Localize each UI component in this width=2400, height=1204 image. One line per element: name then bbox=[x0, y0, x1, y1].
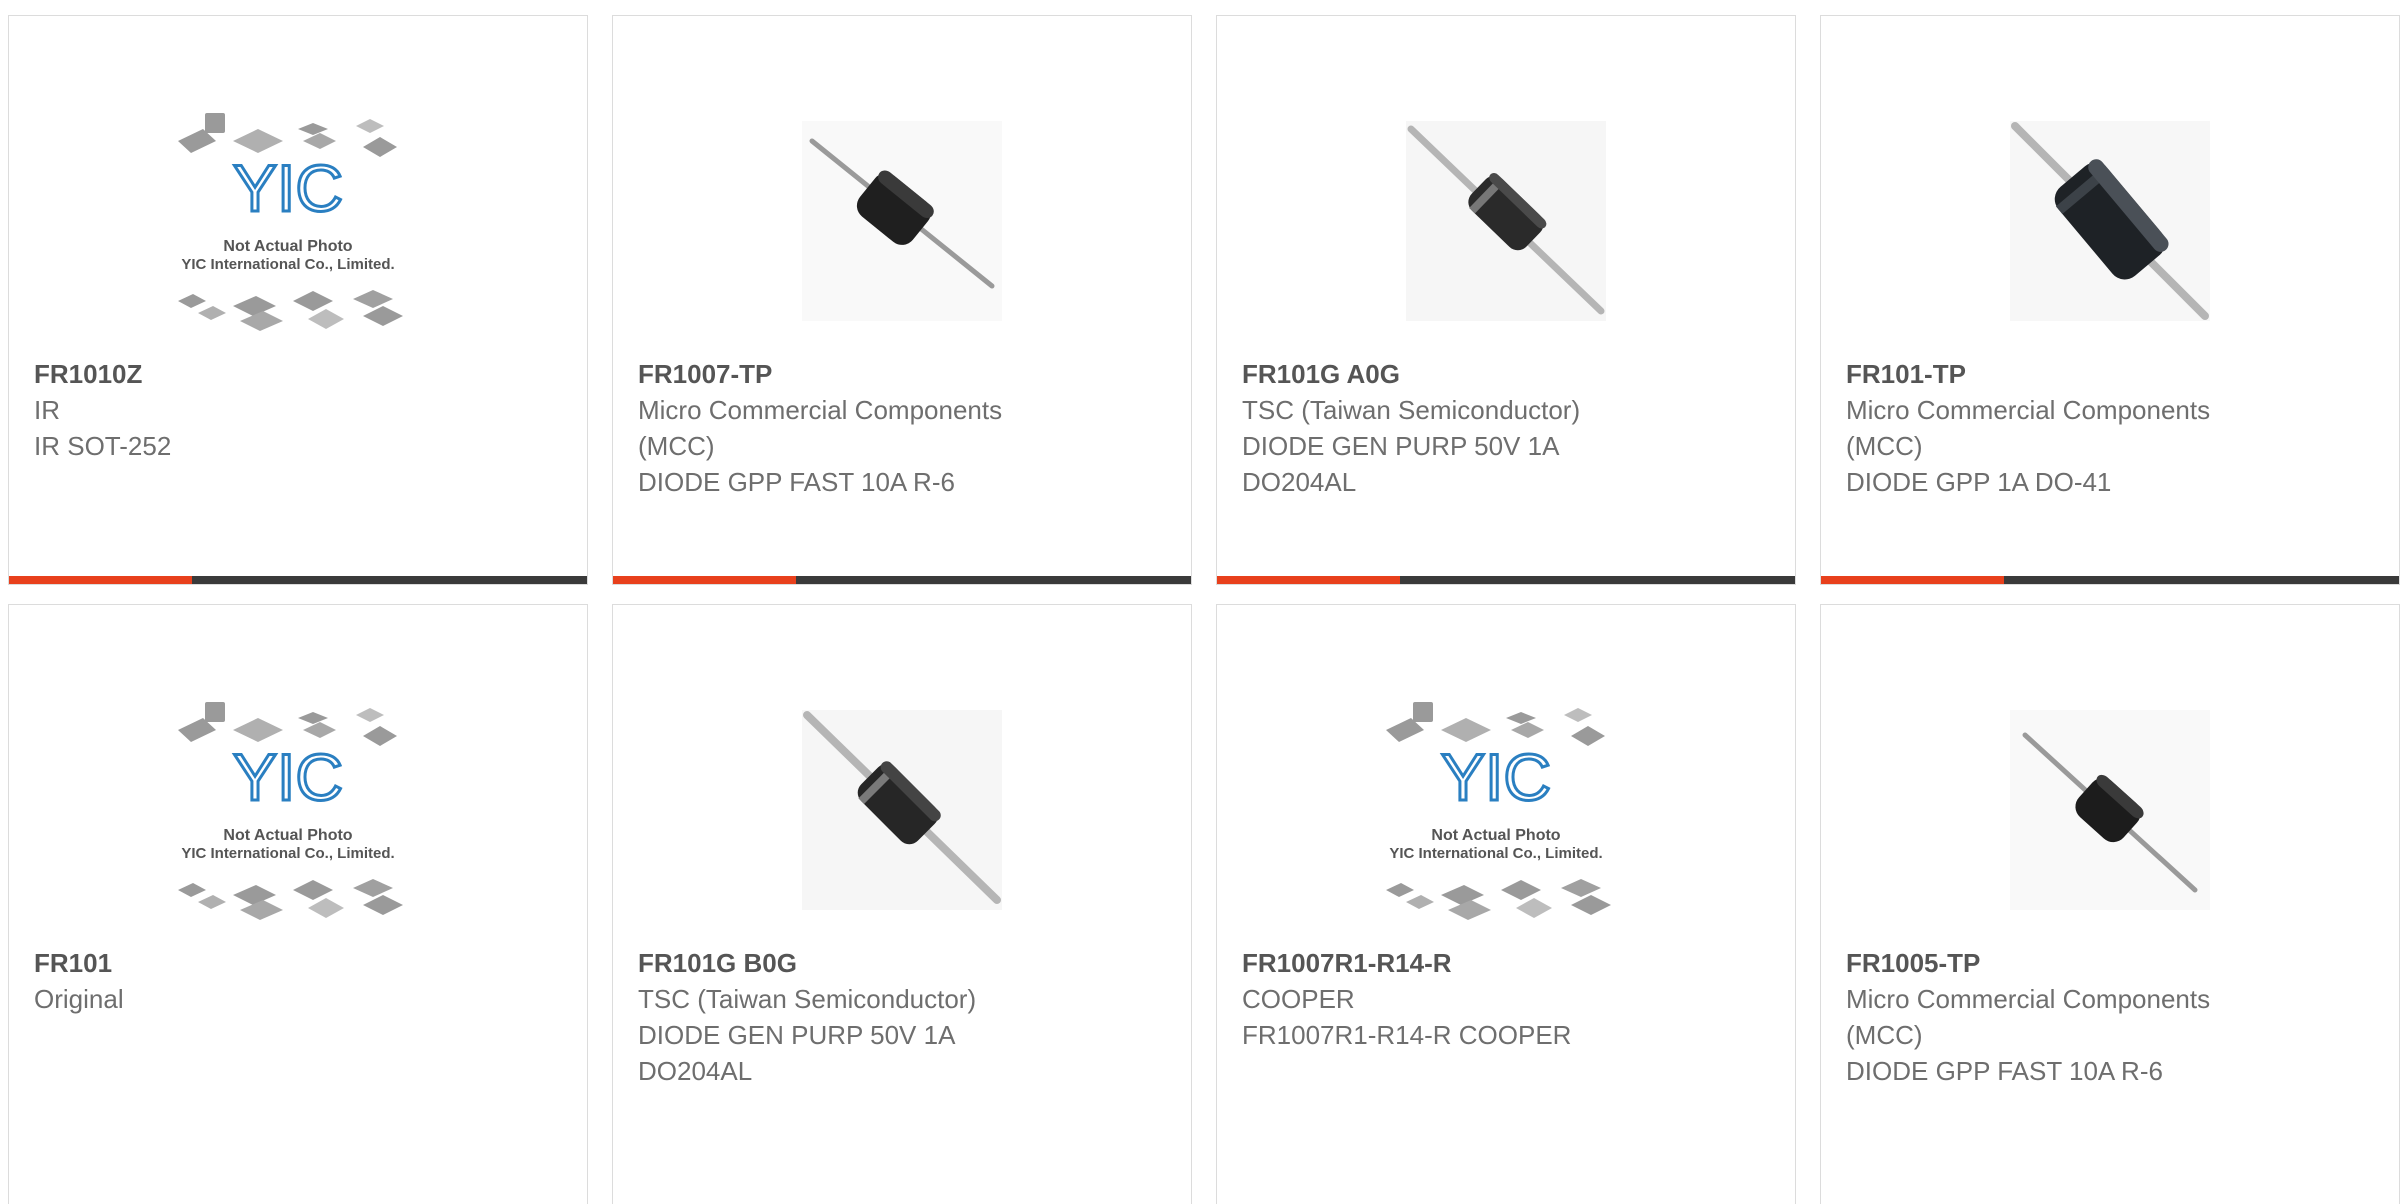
manufacturer: TSC (Taiwan Semiconductor) bbox=[638, 984, 977, 1014]
manufacturer: IR bbox=[34, 395, 60, 425]
product-image[interactable] bbox=[1821, 665, 2399, 955]
product-image[interactable] bbox=[1217, 76, 1795, 366]
product-card[interactable]: FR101-TP Micro Commercial Components (MC… bbox=[1820, 15, 2400, 585]
placeholder-caption: Not Actual Photo bbox=[223, 238, 352, 255]
product-card[interactable]: FR1007-TP Micro Commercial Components (M… bbox=[612, 15, 1192, 585]
product-grid: YIC Not Actual Photo YIC International C… bbox=[0, 0, 2400, 1204]
placeholder-image-icon: YIC Not Actual Photo YIC International C… bbox=[178, 113, 403, 331]
manufacturer: COOPER bbox=[1242, 984, 1355, 1014]
product-info: FR1007R1-R14-R COOPER FR1007R1-R14-R COO… bbox=[1242, 945, 1770, 1053]
product-image[interactable] bbox=[613, 665, 1191, 955]
card-bar-accent bbox=[9, 576, 192, 584]
product-card[interactable]: YIC Not Actual Photo YIC International C… bbox=[8, 604, 588, 1204]
product-info: FR1010Z IR IR SOT-252 bbox=[34, 356, 562, 464]
part-number[interactable]: FR1007-TP bbox=[638, 356, 1166, 392]
diode-photo-icon bbox=[2010, 710, 2210, 910]
product-card[interactable]: FR101G A0G TSC (Taiwan Semiconductor) DI… bbox=[1216, 15, 1796, 585]
description: DIODE GPP FAST 10A R-6 bbox=[638, 467, 955, 497]
card-bar-accent bbox=[613, 576, 796, 584]
part-number[interactable]: FR1010Z bbox=[34, 356, 562, 392]
product-info: FR1007-TP Micro Commercial Components (M… bbox=[638, 356, 1166, 500]
yic-logo: YIC bbox=[1441, 740, 1551, 814]
product-card[interactable]: FR1005-TP Micro Commercial Components (M… bbox=[1820, 604, 2400, 1204]
part-number[interactable]: FR101G A0G bbox=[1242, 356, 1770, 392]
diode-photo-icon bbox=[1406, 121, 1606, 321]
description: DIODE GPP FAST 10A R-6 bbox=[1846, 1056, 2163, 1086]
card-bar-accent bbox=[1821, 576, 2004, 584]
manufacturer: Micro Commercial Components (MCC) bbox=[638, 395, 1003, 461]
description: DIODE GPP 1A DO-41 bbox=[1846, 467, 2112, 497]
product-card[interactable]: FR101G B0G TSC (Taiwan Semiconductor) DI… bbox=[612, 604, 1192, 1204]
product-image[interactable]: YIC Not Actual Photo YIC International C… bbox=[9, 665, 587, 955]
manufacturer: Micro Commercial Components (MCC) bbox=[1846, 395, 2211, 461]
diode-photo-icon bbox=[2010, 121, 2210, 321]
description: IR SOT-252 bbox=[34, 431, 172, 461]
description: FR1007R1-R14-R COOPER bbox=[1242, 1020, 1572, 1050]
description: DIODE GEN PURP 50V 1A DO204AL bbox=[638, 1020, 954, 1086]
product-image[interactable] bbox=[613, 76, 1191, 366]
part-number[interactable]: FR1005-TP bbox=[1846, 945, 2374, 981]
yic-logo: YIC bbox=[233, 740, 343, 814]
manufacturer: Original bbox=[34, 984, 124, 1014]
product-card[interactable]: YIC Not Actual Photo YIC International C… bbox=[1216, 604, 1796, 1204]
yic-logo: YIC bbox=[233, 151, 343, 225]
placeholder-image-icon: YIC Not Actual Photo YIC International C… bbox=[178, 702, 403, 920]
placeholder-company: YIC International Co., Limited. bbox=[181, 256, 394, 273]
product-info: FR101-TP Micro Commercial Components (MC… bbox=[1846, 356, 2374, 500]
product-info: FR1005-TP Micro Commercial Components (M… bbox=[1846, 945, 2374, 1089]
part-number[interactable]: FR1007R1-R14-R bbox=[1242, 945, 1770, 981]
placeholder-image-icon: YIC Not Actual Photo YIC International C… bbox=[1386, 702, 1611, 920]
product-info: FR101G B0G TSC (Taiwan Semiconductor) DI… bbox=[638, 945, 1166, 1089]
card-bar bbox=[9, 576, 587, 584]
product-image[interactable] bbox=[1821, 76, 2399, 366]
placeholder-company: YIC International Co., Limited. bbox=[181, 845, 394, 862]
placeholder-company: YIC International Co., Limited. bbox=[1389, 845, 1602, 862]
placeholder-caption: Not Actual Photo bbox=[223, 827, 352, 844]
card-bar bbox=[1821, 576, 2399, 584]
part-number[interactable]: FR101 bbox=[34, 945, 562, 981]
placeholder-caption: Not Actual Photo bbox=[1431, 827, 1560, 844]
manufacturer: Micro Commercial Components (MCC) bbox=[1846, 984, 2211, 1050]
manufacturer: TSC (Taiwan Semiconductor) bbox=[1242, 395, 1581, 425]
diode-photo-icon bbox=[802, 710, 1002, 910]
description: DIODE GEN PURP 50V 1A DO204AL bbox=[1242, 431, 1558, 497]
product-card[interactable]: YIC Not Actual Photo YIC International C… bbox=[8, 15, 588, 585]
product-info: FR101 Original bbox=[34, 945, 562, 1017]
product-info: FR101G A0G TSC (Taiwan Semiconductor) DI… bbox=[1242, 356, 1770, 500]
diode-photo-icon bbox=[802, 121, 1002, 321]
product-image[interactable]: YIC Not Actual Photo YIC International C… bbox=[9, 76, 587, 366]
part-number[interactable]: FR101-TP bbox=[1846, 356, 2374, 392]
product-image[interactable]: YIC Not Actual Photo YIC International C… bbox=[1217, 665, 1795, 955]
card-bar-accent bbox=[1217, 576, 1400, 584]
card-bar bbox=[613, 576, 1191, 584]
card-bar bbox=[1217, 576, 1795, 584]
part-number[interactable]: FR101G B0G bbox=[638, 945, 1166, 981]
